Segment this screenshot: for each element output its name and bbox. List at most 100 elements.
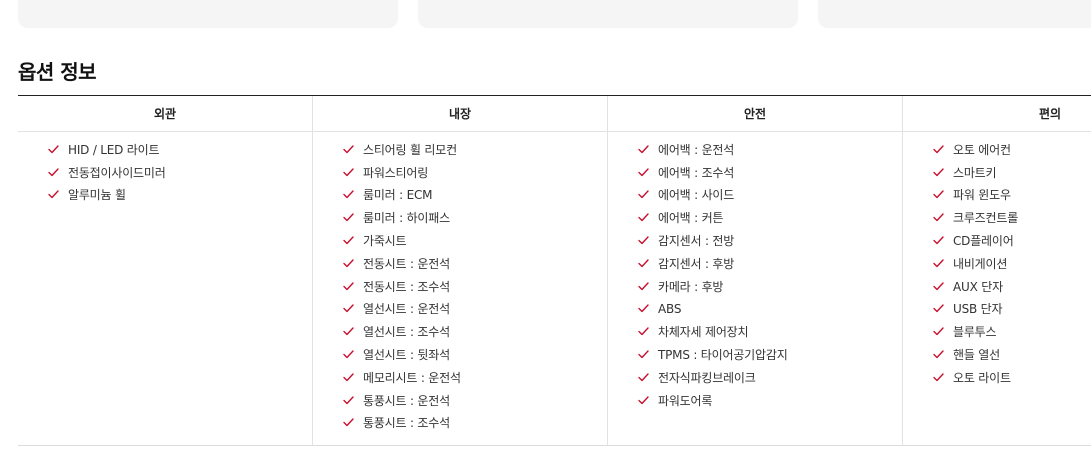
option-label: 룸미러 : ECM [363,188,433,203]
option-label: CD플레이어 [953,234,1014,249]
check-icon [638,259,649,268]
option-label: 파워스티어링 [363,165,429,180]
option-label: 전동시트 : 조수석 [363,279,450,294]
option-label: 스마트키 [953,165,997,180]
check-icon [343,213,354,222]
option-label: USB 단자 [953,302,1003,317]
option-item: 크루즈컨트롤 [933,206,1091,229]
option-list-interior: 스티어링 휠 리모컨파워스티어링룸미러 : ECM 룸미러 : 하이패스가죽시트전… [343,138,607,434]
option-label: 전동접이사이드미러 [68,165,166,180]
option-item: AUX 단자 [933,275,1091,298]
check-icon [343,350,354,359]
section-title: 옵션 정보 [18,60,97,84]
option-label: 핸들 열선 [953,348,1000,363]
summary-cards [18,0,1091,28]
check-icon [933,350,944,359]
option-label: 알루미늄 휠 [68,188,126,203]
check-icon [933,373,944,382]
check-icon [933,236,944,245]
option-item: 감지센서 : 전방 [638,229,902,252]
option-label: 전자식파킹브레이크 [658,370,756,385]
check-icon [933,145,944,154]
option-label: 차체자세 제어장치 [658,325,749,340]
option-item: 내비게이션 [933,252,1091,275]
check-icon [638,236,649,245]
column-exterior: HID / LED 라이트전동접이사이드미러알루미늄 휠 [18,132,313,445]
options-table-header: 외관 내장 안전 편의 [18,96,1091,132]
option-label: 열선시트 : 뒷좌석 [363,348,450,363]
check-icon [638,213,649,222]
check-icon [343,395,354,405]
check-icon [638,190,649,199]
option-label: 오토 에어컨 [953,142,1011,157]
option-item: 전동접이사이드미러 [48,161,312,184]
option-label: 열선시트 : 운전석 [363,302,450,317]
option-item: 알루미늄 휠 [48,184,312,207]
option-label: 가죽시트 [363,234,407,249]
check-icon [933,190,944,199]
option-label: 메모리시트 : 운전석 [363,370,461,385]
check-icon [638,327,649,336]
check-icon [343,281,354,291]
column-header-convenience: 편의 [903,96,1091,131]
check-icon [48,145,59,154]
option-item: 열선시트 : 조수석 [343,320,607,343]
option-item: 오토 라이트 [933,366,1091,389]
options-table-body: HID / LED 라이트전동접이사이드미러알루미늄 휠 스티어링 휠 리모컨파… [18,132,1091,445]
option-label: 에어백 : 조수석 [658,165,735,180]
option-item: 차체자세 제어장치 [638,320,902,343]
option-item: 카메라 : 후방 [638,275,902,298]
summary-card [818,0,1091,28]
column-header-interior: 내장 [313,96,608,131]
option-label: 내비게이션 [953,256,1008,271]
option-label: 열선시트 : 조수석 [363,325,450,340]
option-item: USB 단자 [933,298,1091,321]
option-item: 전자식파킹브레이크 [638,366,902,389]
check-icon [638,373,649,382]
option-item: 핸들 열선 [933,343,1091,366]
check-icon [638,281,649,291]
option-item: TPMS : 타이어공기압감지 [638,343,902,366]
check-icon [48,167,59,177]
option-label: 파워도어록 [658,393,713,408]
column-safety: 에어백 : 운전석 에어백 : 조수석 에어백 : 사이드 에어백 : 커튼 감지센서 … [608,132,903,445]
option-label: 룸미러 : 하이패스 [363,211,450,226]
option-item: 파워스티어링 [343,161,607,184]
option-label: 크루즈컨트롤 [953,211,1019,226]
option-item: 오토 에어컨 [933,138,1091,161]
check-icon [343,190,354,199]
option-label: 통풍시트 : 조수석 [363,416,450,431]
check-icon [933,213,944,222]
option-list-exterior: HID / LED 라이트전동접이사이드미러알루미늄 휠 [48,138,312,206]
option-item: 에어백 : 운전석 [638,138,902,161]
option-label: 전동시트 : 운전석 [363,256,450,271]
option-label: 카메라 : 후방 [658,279,724,294]
check-icon [343,327,354,336]
option-label: AUX 단자 [953,279,1003,294]
option-item: 파워도어록 [638,389,902,412]
option-label: 감지센서 : 전방 [658,234,735,249]
check-icon [933,304,944,313]
option-item: 블루투스 [933,320,1091,343]
option-label: 감지센서 : 후방 [658,256,735,271]
option-label: ABS [658,301,682,316]
option-item: 통풍시트 : 운전석 [343,389,607,412]
option-label: 파워 윈도우 [953,188,1011,203]
option-item: 에어백 : 조수석 [638,161,902,184]
option-label: 통풍시트 : 운전석 [363,393,450,408]
check-icon [638,167,649,177]
option-list-convenience: 오토 에어컨스마트키파워 윈도우크루즈컨트롤 CD플레이어내비게이션 AUX 단자 U… [933,138,1091,389]
check-icon [343,145,354,154]
check-icon [933,281,944,291]
option-label: 스티어링 휠 리모컨 [363,142,457,157]
option-item: 룸미러 : ECM [343,184,607,207]
check-icon [343,418,354,427]
option-item: 전동시트 : 운전석 [343,252,607,275]
check-icon [638,304,649,313]
option-label: 에어백 : 운전석 [658,142,735,157]
check-icon [638,395,649,405]
option-item: HID / LED 라이트 [48,138,312,161]
column-header-safety: 안전 [608,96,903,131]
option-item: 열선시트 : 운전석 [343,298,607,321]
check-icon [343,259,354,268]
